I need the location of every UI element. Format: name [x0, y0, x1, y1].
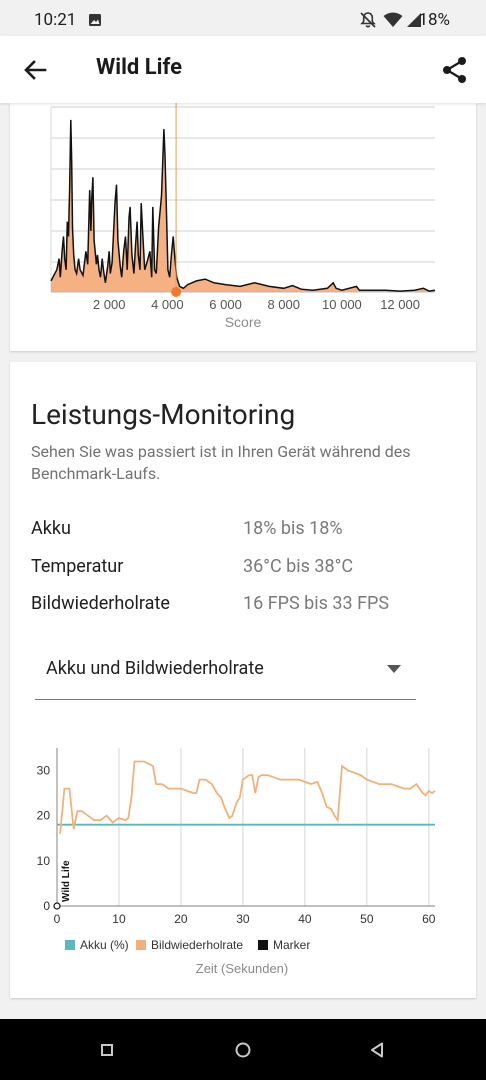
performance-chart: Wild Life 0 10 20 30 40 50 60 0 10 20 30 Akku (%) B…	[37, 748, 436, 976]
section-title: Leistungs-Monitoring	[31, 398, 296, 431]
perf-x-tick: 60	[422, 912, 436, 926]
system-back-button[interactable]	[364, 1036, 392, 1064]
histogram-area	[51, 119, 435, 293]
battery-value: 18% bis 18%	[243, 518, 343, 539]
histogram-x-tick: 12 000	[380, 297, 420, 312]
share-button[interactable]	[438, 53, 472, 87]
histogram-x-tick: 8 000	[267, 297, 300, 312]
perf-y-tick: 10	[37, 854, 51, 868]
legend-swatch	[258, 940, 268, 950]
legend-label: Akku (%)	[80, 938, 129, 952]
current-score-dot	[171, 287, 182, 297]
gallery-notification-icon	[89, 14, 101, 26]
frame-rate-series-line	[59, 760, 436, 834]
perf-x-tick: 30	[236, 912, 250, 926]
legend-label: Bildwiederholrate	[151, 938, 243, 952]
battery-label: Akku	[31, 518, 71, 539]
dropdown-selected-value: Akku und Bildwiederholrate	[46, 658, 264, 679]
start-marker	[53, 902, 61, 910]
histogram-x-tick: 6 000	[209, 297, 242, 312]
benchmark-annotation: Wild Life	[61, 860, 72, 902]
perf-y-tick: 20	[37, 809, 51, 823]
app-bar: Wild Life	[0, 36, 486, 103]
dropdown-arrow-icon	[387, 665, 401, 673]
wifi-icon	[383, 12, 403, 27]
histogram-x-tick: 4 000	[151, 297, 184, 312]
perf-x-tick: 10	[112, 912, 126, 926]
recents-icon	[101, 1044, 113, 1056]
home-button[interactable]	[229, 1036, 257, 1064]
recents-button[interactable]	[93, 1036, 121, 1064]
back-triangle-icon	[371, 1042, 383, 1058]
legend-label: Marker	[273, 938, 310, 952]
histogram-x-label: Score	[225, 314, 262, 330]
histogram-x-tick: 2 000	[93, 297, 126, 312]
back-button[interactable]	[18, 53, 52, 87]
legend-swatch	[65, 940, 75, 950]
frame-rate-label: Bildwiederholrate	[31, 593, 170, 614]
status-bar: 10:21 18%	[0, 0, 486, 36]
share-icon	[443, 57, 466, 83]
score-distribution-card: 2 000 4 000 6 000 8 000 10 000 12 000 Score	[10, 103, 476, 351]
section-description: Sehen Sie was passiert ist in Ihren Gerä…	[31, 442, 411, 483]
perf-x-tick: 50	[360, 912, 374, 926]
battery-percentage: 18%	[418, 10, 450, 30]
perf-x-tick: 0	[54, 912, 61, 926]
home-icon	[235, 1042, 251, 1058]
status-time: 10:21	[34, 10, 77, 30]
performance-x-label: Zeit (Sekunden)	[196, 961, 289, 976]
score-histogram: 2 000 4 000 6 000 8 000 10 000 12 000 Score	[50, 103, 436, 330]
temperature-label: Temperatur	[31, 556, 124, 577]
perf-x-tick: 40	[298, 912, 312, 926]
arrow-left-icon	[24, 60, 47, 80]
temperature-value: 36°C bis 38°C	[243, 556, 354, 577]
system-navigation-bar	[0, 1019, 486, 1080]
chart-metric-dropdown[interactable]: Akku und Bildwiederholrate	[35, 648, 416, 700]
notifications-off-icon	[360, 12, 376, 28]
performance-monitoring-card: Leistungs-Monitoring Sehen Sie was passi…	[10, 362, 476, 998]
perf-x-tick: 20	[174, 912, 188, 926]
perf-y-tick: 0	[43, 899, 50, 913]
histogram-x-tick: 10 000	[322, 297, 362, 312]
page-title: Wild Life	[96, 55, 182, 80]
status-icons: 18%	[326, 8, 486, 32]
chart-legend: Akku (%) Bildwiederholrate Marker	[65, 938, 310, 952]
legend-swatch	[136, 940, 146, 950]
perf-y-tick: 30	[37, 764, 51, 778]
frame-rate-value: 16 FPS bis 33 FPS	[243, 593, 390, 614]
